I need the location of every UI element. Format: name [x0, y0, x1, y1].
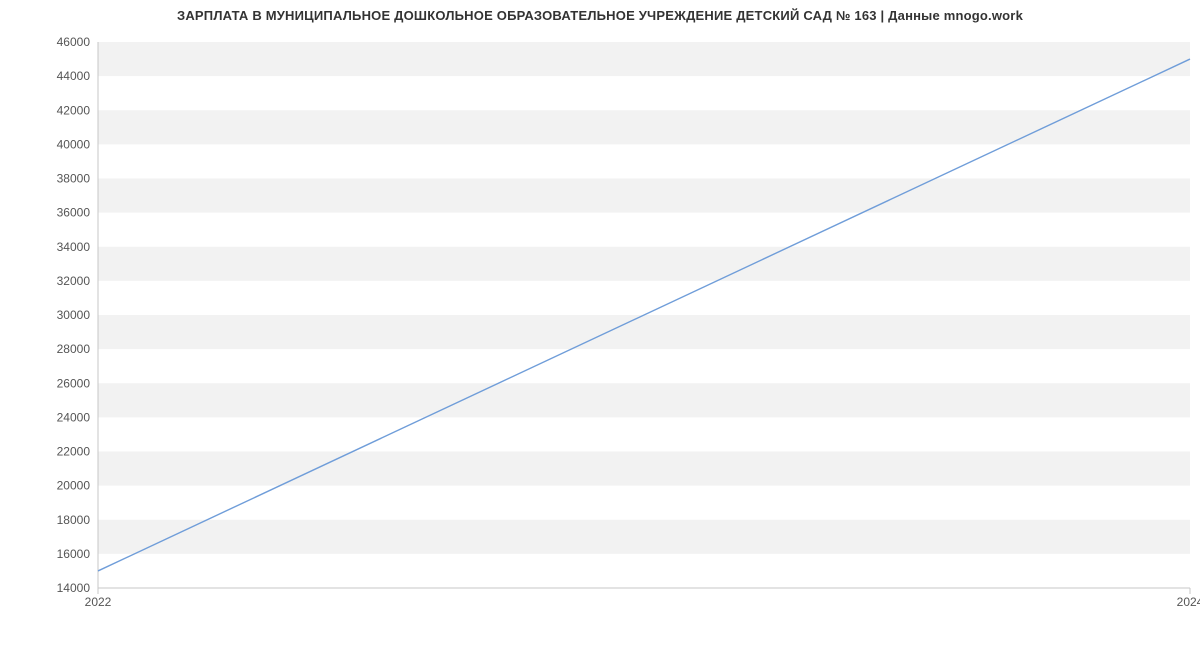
line-chart: 14000 16000 18000 20000 22000 24000 26000 28000… — [0, 0, 1200, 650]
y-tick-label: 42000 — [57, 103, 91, 117]
y-tick-label: 30000 — [57, 308, 91, 322]
y-tick-label: 44000 — [57, 69, 91, 83]
y-tick-label: 20000 — [57, 479, 91, 493]
y-tick-label: 32000 — [57, 274, 91, 288]
y-tick-label: 14000 — [57, 581, 91, 595]
y-tick-label: 34000 — [57, 240, 91, 254]
grid-band — [98, 452, 1190, 486]
y-tick-label: 28000 — [57, 342, 91, 356]
grid-band — [98, 42, 1190, 76]
chart-title: ЗАРПЛАТА В МУНИЦИПАЛЬНОЕ ДОШКОЛЬНОЕ ОБРА… — [0, 8, 1200, 23]
y-tick-label: 36000 — [57, 206, 91, 220]
x-tick-label: 2024 — [1177, 595, 1200, 609]
grid-band — [98, 179, 1190, 213]
y-tick-label: 24000 — [57, 410, 91, 424]
y-tick-label: 46000 — [57, 35, 91, 49]
grid-band — [98, 247, 1190, 281]
grid-band — [98, 383, 1190, 417]
grid-band — [98, 315, 1190, 349]
x-tick-label: 2022 — [85, 595, 112, 609]
y-tick-label: 16000 — [57, 547, 91, 561]
y-tick-label: 26000 — [57, 376, 91, 390]
grid-band — [98, 520, 1190, 554]
y-tick-label: 22000 — [57, 445, 91, 459]
y-tick-label: 18000 — [57, 513, 91, 527]
y-tick-label: 38000 — [57, 172, 91, 186]
chart-container: ЗАРПЛАТА В МУНИЦИПАЛЬНОЕ ДОШКОЛЬНОЕ ОБРА… — [0, 0, 1200, 650]
grid-band — [98, 110, 1190, 144]
y-tick-label: 40000 — [57, 137, 91, 151]
